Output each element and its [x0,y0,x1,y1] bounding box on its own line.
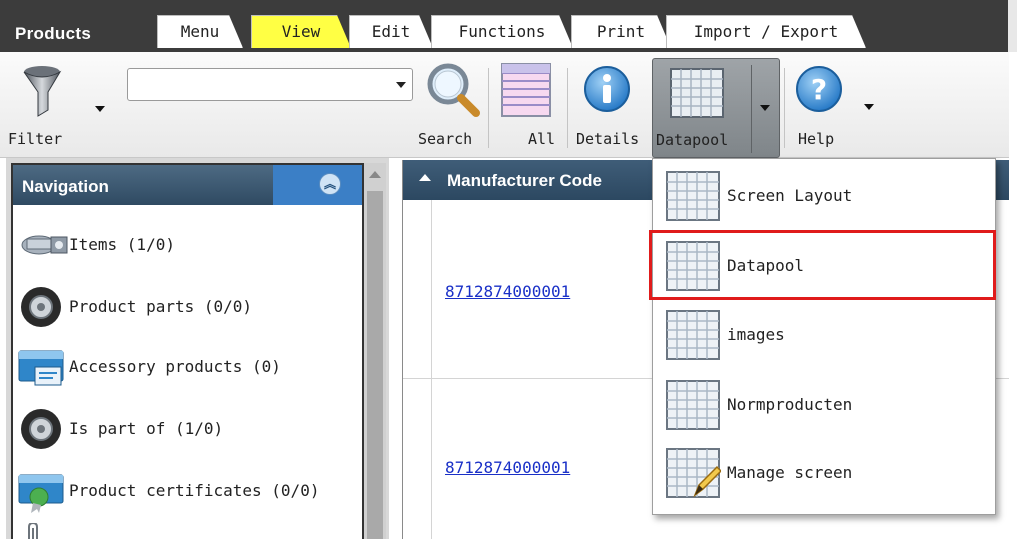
grid-icon [666,310,720,360]
menu-item-label: images [727,325,785,344]
grid-icon [670,68,724,118]
certificate-icon [18,474,64,513]
tab-edit[interactable]: Edit [349,15,433,48]
help-button[interactable]: ? Help [788,58,880,156]
tire-icon [21,287,61,327]
filter-button[interactable]: Filter [8,60,112,156]
nav-item-label: Is part of (1/0) [69,419,224,438]
menu-item-label: Manage screen [727,463,853,482]
column-header-manufacturer-code[interactable]: Manufacturer Code [447,171,602,191]
grid-column-divider [431,200,432,539]
menu-item-images[interactable]: images [653,301,995,369]
paperclip-icon [28,523,38,539]
table-all-icon [501,63,551,117]
tab-view[interactable]: View [251,15,351,48]
info-icon [584,66,630,112]
toolbar-separator [567,68,568,148]
datapool-dropdown-arrow[interactable] [760,105,770,111]
help-label: Help [798,130,835,148]
details-button[interactable]: Details [572,58,648,156]
menu-item-label: Normproducten [727,395,853,414]
search-button[interactable]: Search [414,58,486,156]
datapool-button[interactable]: Datapool [652,58,780,158]
scrollbar-thumb[interactable] [367,191,383,539]
funnel-icon [23,66,62,117]
nav-item-label: Product certificates (0/0) [69,481,320,500]
all-button[interactable]: All [492,58,562,156]
tab-print[interactable]: Print [571,15,671,48]
menu-item-screen-layout[interactable]: Screen Layout [653,162,995,230]
sort-ascending-icon[interactable] [419,174,431,181]
tab-bar: Products Menu View Edit Functions Print … [0,0,1017,52]
navigation-scrollbar[interactable] [364,163,386,539]
nav-item-label: Items (1/0) [69,235,175,254]
navigation-panel: Navigation ︽ Items (1/0) Product parts (… [11,163,364,539]
filter-select[interactable] [127,68,413,101]
app-title: Products [15,24,92,43]
tab-functions[interactable]: Functions [431,15,573,48]
svg-text:?: ? [811,73,827,106]
datapool-menu: Screen Layout Datapool images Normproduc… [652,158,996,515]
filter-dropdown-arrow[interactable] [95,106,105,112]
grid-edit-icon [666,448,721,498]
navigation-header: Navigation ︽ [13,165,362,205]
scroll-up-icon[interactable] [369,171,381,178]
tab-bar-edge [1008,0,1017,52]
search-label: Search [418,130,473,148]
menu-item-normproducten[interactable]: Normproducten [653,371,995,439]
highlight-box [649,230,996,300]
chevron-down-icon [396,82,406,88]
toolbar-separator [784,68,785,148]
manufacturer-code-link[interactable]: 8712874000001 [445,282,570,301]
grid-icon [666,171,720,221]
datapool-label: Datapool [656,131,729,149]
manufacturer-code-link[interactable]: 8712874000001 [445,458,570,477]
help-icon: ? [796,66,842,112]
menu-item-manage-screen[interactable]: Manage screen [653,439,995,507]
collapse-icon[interactable]: ︽ [319,173,341,195]
tire-icon [21,409,61,449]
accessory-box-icon [18,350,64,386]
details-label: Details [576,130,640,148]
tab-import-export[interactable]: Import / Export [666,15,866,48]
grid-icon [666,380,720,430]
nav-item-label: Accessory products (0) [69,357,281,376]
menu-item-label: Screen Layout [727,186,853,205]
datapool-split-divider [751,65,752,153]
tab-menu[interactable]: Menu [157,15,243,48]
bolt-nut-icon [21,235,68,255]
all-label: All [528,130,556,148]
navigation-header-accent [273,165,362,205]
navigation-title: Navigation [22,177,109,196]
filter-label: Filter [8,130,63,148]
help-dropdown-arrow[interactable] [864,104,874,110]
magnifier-icon [427,63,480,117]
nav-item-label: Product parts (0/0) [69,297,253,316]
toolbar-separator [488,68,489,148]
